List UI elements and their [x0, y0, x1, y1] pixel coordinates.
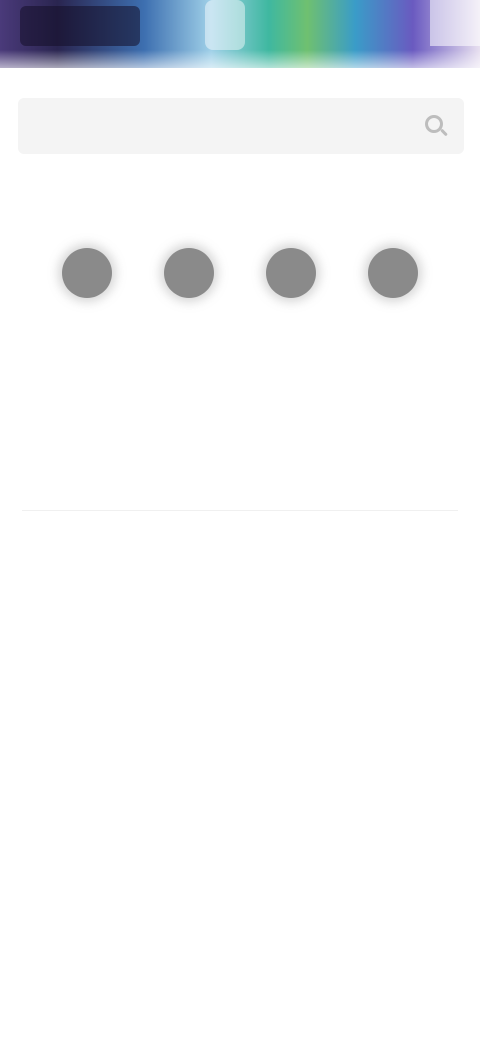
category-item[interactable] [36, 248, 138, 326]
banner-dark-region [20, 6, 140, 46]
category-icon [62, 248, 112, 298]
search-icon[interactable] [422, 112, 450, 140]
more-row [22, 584, 26, 604]
category-item[interactable] [240, 248, 342, 326]
category-item[interactable] [138, 248, 240, 326]
search-bar[interactable] [18, 98, 464, 154]
banner-highlight [205, 0, 245, 50]
divider [22, 510, 458, 511]
header-banner [0, 0, 480, 80]
category-icon [266, 248, 316, 298]
search-input[interactable] [38, 98, 422, 154]
category-item[interactable] [342, 248, 444, 326]
category-icon [164, 248, 214, 298]
banner-fade [0, 50, 480, 80]
category-row [36, 248, 444, 326]
banner-highlight-right [430, 0, 480, 46]
category-icon [368, 248, 418, 298]
